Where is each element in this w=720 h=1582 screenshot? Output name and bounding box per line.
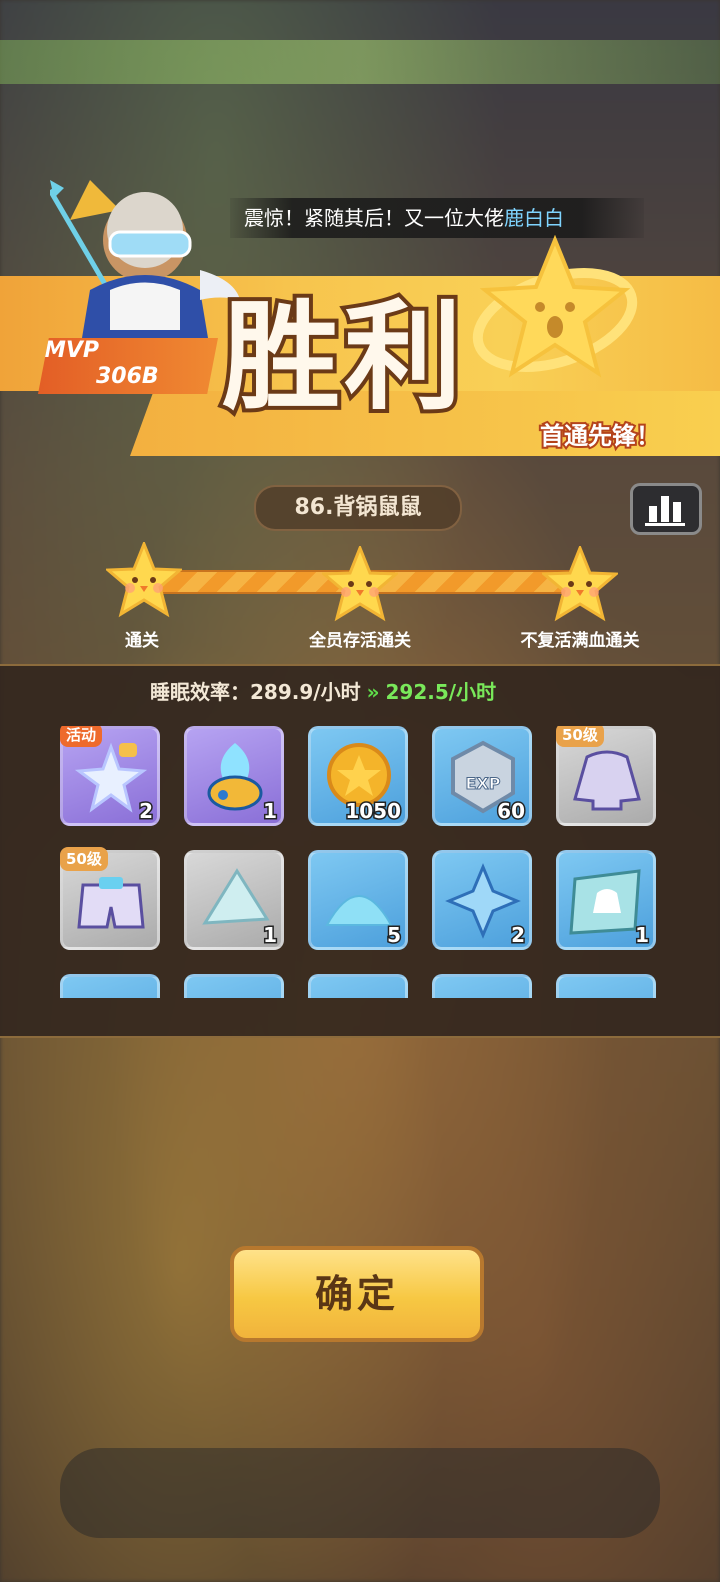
blueprint-icon — [569, 869, 641, 935]
reward-item[interactable] — [556, 974, 656, 998]
progress-star-icon — [542, 546, 618, 622]
mvp-hero-avatar — [50, 180, 240, 350]
blue-flame-cauldron-icon — [207, 743, 263, 811]
star-condition-label: 通关 — [125, 631, 159, 651]
confirm-button[interactable]: 确定 — [230, 1246, 484, 1342]
level-tag: 50级 — [60, 847, 108, 871]
reward-item[interactable]: EXP 60 — [432, 726, 532, 826]
reward-count: 2 — [138, 798, 155, 825]
crystal-shard-icon — [202, 868, 270, 925]
efficiency-new-value: 292.5/小时 — [385, 680, 497, 704]
progress-star-icon — [322, 546, 398, 622]
reward-item[interactable] — [60, 974, 160, 998]
reward-item[interactable] — [308, 974, 408, 998]
reward-item[interactable]: 活动 2 — [60, 726, 160, 826]
victory-title: 胜利 — [218, 283, 467, 430]
reward-item[interactable]: 1 — [184, 850, 284, 950]
reward-item[interactable]: 1 — [184, 726, 284, 826]
ticker-player-name: 鹿白白 — [504, 206, 564, 230]
reward-count: 1 — [262, 922, 279, 949]
blue-powder-icon — [325, 895, 393, 926]
event-tag: 活动 — [60, 726, 103, 747]
reward-count: 1 — [634, 922, 651, 949]
reward-item[interactable]: 1050 — [308, 726, 408, 826]
svg-text:EXP: EXP — [466, 774, 501, 793]
progress-star-icon — [106, 542, 182, 618]
star-condition-label: 不复活满血通关 — [520, 631, 640, 651]
sleep-efficiency-row: 睡眠效率：289.9/小时» 292.5/小时 — [150, 676, 496, 705]
reward-item[interactable] — [184, 974, 284, 998]
star-mascot-icon — [472, 235, 638, 378]
jacket-icon — [573, 750, 641, 811]
reward-count: 2 — [510, 922, 527, 949]
level-tag: 50级 — [556, 726, 604, 747]
reward-item[interactable]: 5 — [308, 850, 408, 950]
reward-item[interactable] — [432, 974, 532, 998]
first-clear-label: 首通先锋！ — [538, 420, 662, 452]
reward-count: 1050 — [344, 798, 403, 825]
star-bottle-icon — [74, 742, 148, 813]
mvp-label: MVP — [44, 338, 100, 363]
ticker-text: 震惊！紧随其后！又一位大佬 — [244, 206, 504, 230]
stage-name-pill: 86.背锅鼠鼠 — [254, 485, 462, 531]
efficiency-old-value: 289.9/小时 — [250, 680, 361, 704]
reward-count: 5 — [386, 922, 403, 949]
ice-crystal-icon — [445, 863, 521, 939]
bar-chart-icon — [645, 496, 685, 526]
mvp-value: 306B — [96, 364, 159, 389]
background-top-band — [0, 40, 720, 84]
reward-item[interactable]: 50级 — [60, 847, 160, 950]
shorts-icon — [77, 877, 145, 929]
efficiency-label: 睡眠效率： — [150, 680, 250, 704]
reward-item[interactable]: 1 — [556, 850, 656, 950]
reward-grid[interactable]: 活动 2 1 1050 EXP 60 50级 50级 1 5 2 1 — [60, 726, 660, 998]
background-bottom-bar — [60, 1448, 660, 1538]
statistics-button[interactable] — [630, 483, 702, 535]
announcement-ticker: 震惊！紧随其后！又一位大佬鹿白白 — [230, 198, 644, 238]
reward-count: 1 — [262, 798, 279, 825]
double-arrow-icon: » — [366, 680, 380, 704]
reward-item[interactable]: 50级 — [556, 726, 656, 826]
reward-item[interactable]: 2 — [432, 850, 532, 950]
star-condition-label: 全员存活通关 — [309, 631, 411, 651]
mvp-badge: MVP 306B — [38, 338, 218, 394]
reward-count: 60 — [496, 798, 527, 825]
